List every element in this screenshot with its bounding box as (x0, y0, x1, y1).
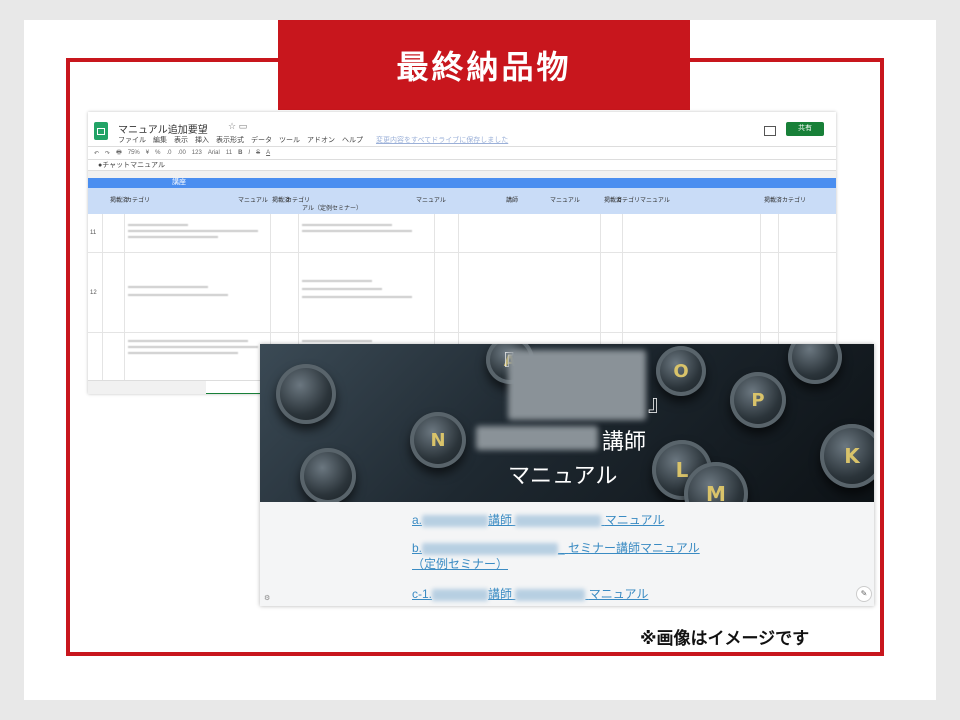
slide-title: 最終納品物 (278, 20, 690, 110)
menu-bar: ファイル 編集 表示 挿入 表示形式 データ ツール アドオン ヘルプ 変更内容… (118, 135, 508, 145)
font-select[interactable]: Arial (208, 150, 220, 156)
row-number: 11 (90, 230, 97, 236)
format-select[interactable]: 123 (192, 150, 202, 156)
share-button[interactable]: 共有 (786, 122, 824, 136)
comment-icon[interactable] (764, 126, 776, 136)
bold-button[interactable]: B (238, 150, 242, 156)
typewriter-key (276, 364, 336, 424)
menu-file[interactable]: ファイル (118, 135, 146, 145)
menu-tools[interactable]: ツール (279, 135, 300, 145)
typewriter-key: N (410, 412, 466, 468)
typewriter-key: K (820, 424, 874, 488)
star-icon[interactable]: ☆ ▭ (228, 121, 247, 132)
document-title[interactable]: マニュアル追加要望 (118, 121, 208, 136)
decimal-increase-button[interactable]: .00 (177, 150, 185, 156)
manual-link-a[interactable]: a. 講師 マニュアル (412, 512, 664, 528)
font-size-select[interactable]: 11 (226, 150, 232, 156)
strike-button[interactable]: S (256, 150, 260, 156)
section-label: 講座 (172, 179, 186, 186)
undo-icon[interactable]: ↶ (94, 150, 99, 157)
menu-format[interactable]: 表示形式 (216, 135, 244, 145)
hero-banner: O P L A N M K 『 』 講師 マニュアル (260, 344, 874, 502)
sheet-toolbar: ↶ ↷ 🖶 75% ¥ % .0 .00 123 Arial 11 B I S … (88, 146, 836, 160)
header-cell: 講師 (506, 198, 519, 204)
italic-button[interactable]: I (248, 150, 250, 156)
formula-bar[interactable]: ●チャットマニュアル (88, 160, 836, 171)
sheet-header: マニュアル追加要望 ☆ ▭ ファイル 編集 表示 挿入 表示形式 データ ツール… (88, 112, 836, 146)
header-subtitle: アル（定例セミナー） (302, 206, 362, 212)
hero-bracket-close: 』 (648, 391, 671, 416)
manual-link-b-line2[interactable]: （定例セミナー） (412, 556, 508, 572)
percent-button[interactable]: % (155, 150, 160, 156)
typewriter-key: P (730, 372, 786, 428)
blurred-name (476, 426, 598, 450)
header-cell: カテゴリ (616, 198, 641, 204)
decimal-decrease-button[interactable]: .0 (166, 150, 171, 156)
menu-insert[interactable]: 挿入 (195, 135, 209, 145)
menu-edit[interactable]: 編集 (153, 135, 167, 145)
print-icon[interactable]: 🖶 (116, 148, 122, 158)
section-row[interactable]: 講座 (88, 178, 836, 188)
website-screenshot: O P L A N M K 『 』 講師 マニュアル a.講師 マニュアル b.… (260, 344, 874, 606)
menu-data[interactable]: データ (251, 135, 272, 145)
settings-gear-icon[interactable]: ⚙ (264, 594, 270, 602)
sheet-tab[interactable] (206, 381, 266, 394)
sheets-logo-icon[interactable] (94, 122, 108, 140)
zoom-select[interactable]: 75% (128, 150, 140, 156)
header-cell: マニュアル (416, 198, 446, 204)
header-cell: 掲載済 (764, 198, 783, 204)
menu-view[interactable]: 表示 (174, 135, 188, 145)
text-color-button[interactable]: A (266, 150, 270, 156)
blurred-title (508, 350, 646, 420)
table-row[interactable]: 11 (88, 214, 836, 253)
header-cell: マニュアル (238, 198, 268, 204)
hero-manual-label: マニュアル (508, 463, 618, 488)
typewriter-key (300, 448, 356, 502)
redo-icon[interactable]: ↷ (105, 150, 110, 157)
row-number: 12 (90, 290, 97, 296)
header-cell: カテゴリ (126, 198, 151, 204)
header-cell: マニュアル (550, 198, 580, 204)
manual-link-b[interactable]: b. _ セミナー講師マニュアル (412, 540, 700, 556)
menu-help[interactable]: ヘルプ (342, 135, 363, 145)
header-cell: マニュアル (640, 198, 670, 204)
manual-link-c1[interactable]: c-1. 講師 マニュアル (412, 586, 648, 602)
pencil-icon[interactable]: ✎ (856, 586, 872, 602)
table-row[interactable]: 12 (88, 252, 836, 333)
hero-instructor-label: 講師 (602, 429, 647, 454)
save-status[interactable]: 変更内容をすべてドライブに保存しました (376, 135, 508, 145)
header-cell: カテゴリ (782, 198, 807, 204)
menu-addons[interactable]: アドオン (307, 135, 335, 145)
currency-button[interactable]: ¥ (146, 150, 149, 156)
header-row[interactable]: 掲載済 カテゴリ マニュアル 掲載済 カテゴリ アル（定例セミナー） マニュアル… (88, 188, 836, 214)
image-disclaimer: ※画像はイメージです (640, 629, 810, 649)
typewriter-key (788, 344, 842, 384)
